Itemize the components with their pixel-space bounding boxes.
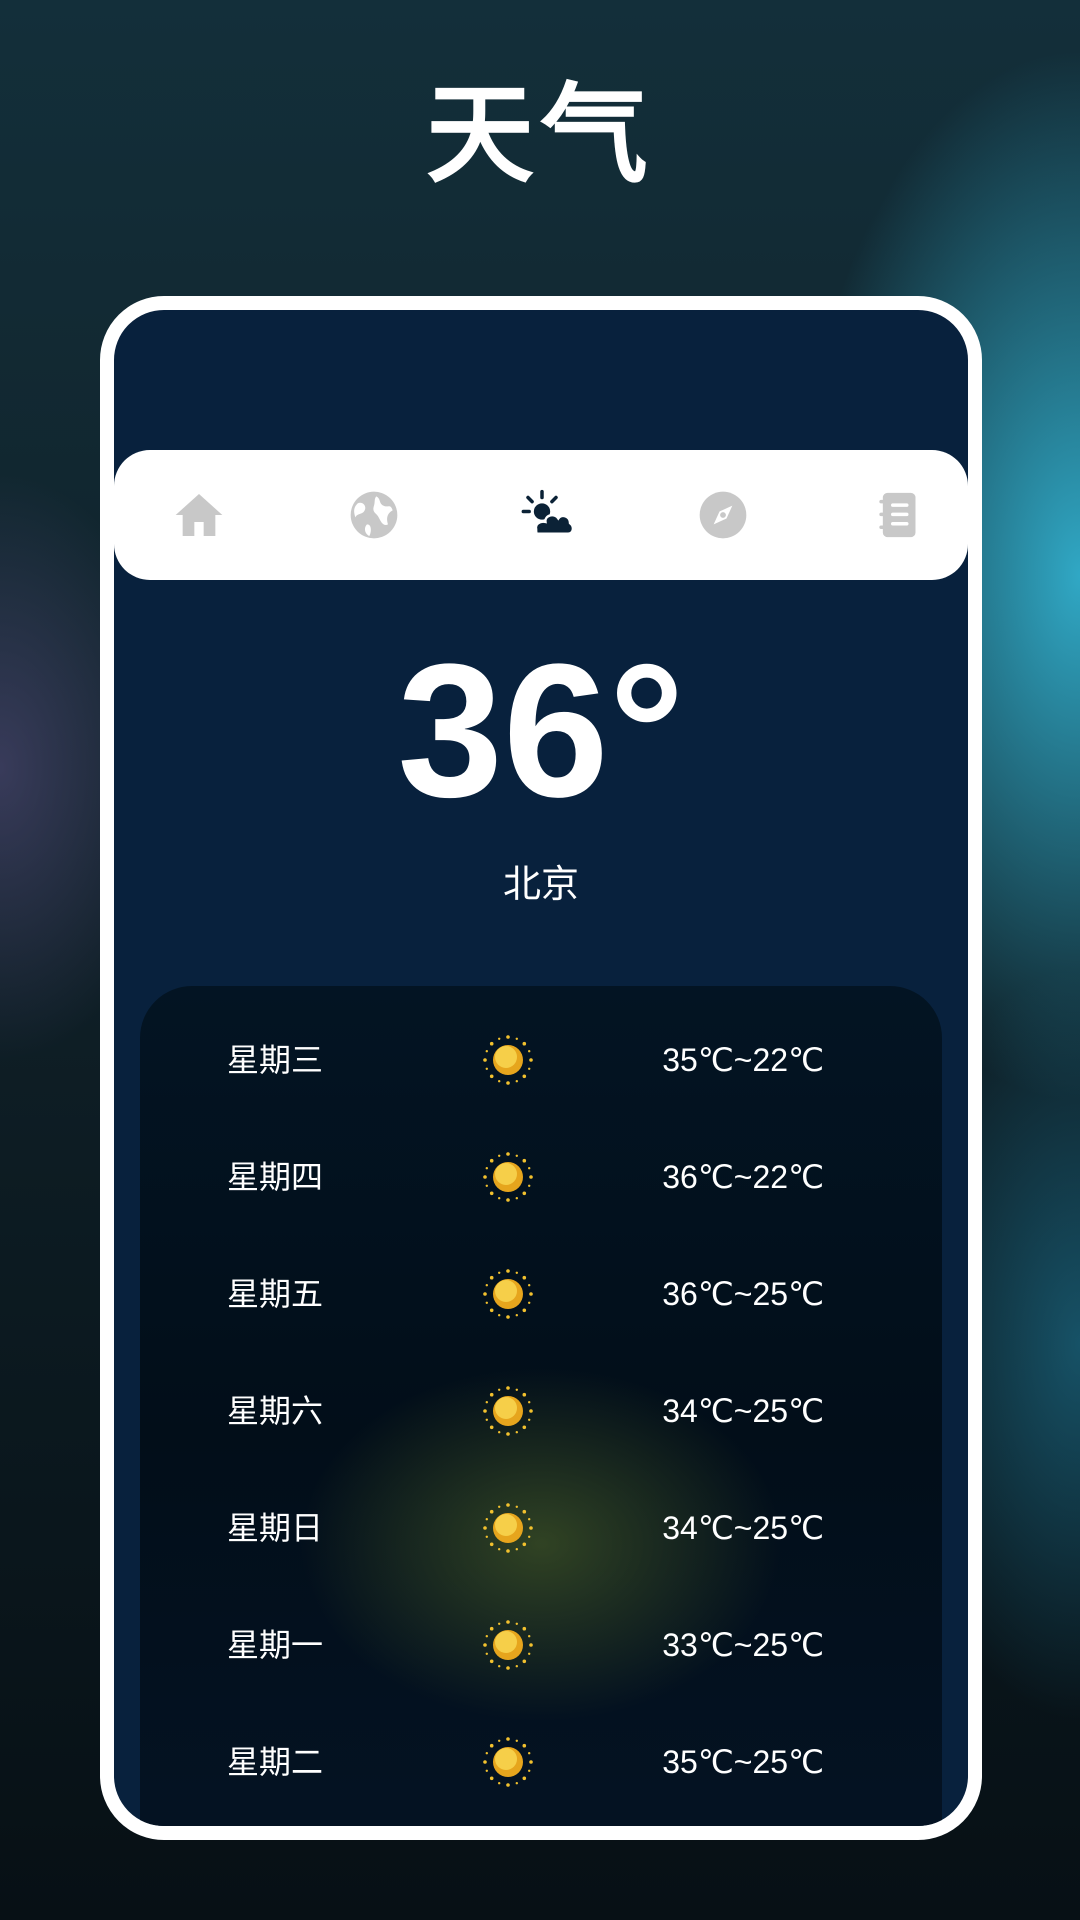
sun-icon (480, 1032, 536, 1088)
tab-notes[interactable] (868, 485, 928, 545)
forecast-day: 星期五 (227, 1275, 324, 1313)
tab-weather[interactable] (519, 485, 579, 545)
notebook-icon (879, 492, 916, 538)
globe-icon (350, 491, 398, 539)
sun-icon (480, 1734, 536, 1790)
sun-icon (480, 1149, 536, 1205)
forecast-day: 星期四 (227, 1158, 324, 1196)
forecast-temp-range: 36℃~22℃ (662, 1159, 824, 1195)
forecast-row: 星期五 36℃~25℃ (140, 1254, 942, 1334)
forecast-day: 星期日 (227, 1509, 324, 1547)
current-temperature: 36° (397, 625, 685, 837)
tab-home[interactable] (169, 485, 229, 545)
phone-frame: 36° 北京 星期三 35℃~22℃ 星期四 36℃~22℃ 星期五 36℃~2… (100, 296, 982, 1840)
tab-compass[interactable] (693, 485, 753, 545)
forecast-temp-range: 34℃~25℃ (662, 1510, 824, 1546)
forecast-row: 星期一 33℃~25℃ (140, 1605, 942, 1685)
compass-icon (699, 491, 747, 539)
partly-sunny-icon (521, 489, 574, 535)
tab-globe[interactable] (344, 485, 404, 545)
home-icon (175, 494, 223, 536)
sun-icon (480, 1383, 536, 1439)
forecast-temp-range: 35℃~22℃ (662, 1042, 824, 1078)
city-name: 北京 (502, 862, 579, 906)
forecast-temp-range: 34℃~25℃ (662, 1393, 824, 1429)
forecast-day: 星期二 (227, 1743, 324, 1781)
forecast-card: 星期三 35℃~22℃ 星期四 36℃~22℃ 星期五 36℃~25℃ 星期六 … (140, 986, 942, 1826)
forecast-row: 星期三 35℃~22℃ (140, 1020, 942, 1100)
sun-icon (480, 1266, 536, 1322)
sun-icon (480, 1500, 536, 1556)
forecast-row: 星期六 34℃~25℃ (140, 1371, 942, 1451)
forecast-temp-range: 33℃~25℃ (662, 1627, 824, 1663)
forecast-row: 星期四 36℃~22℃ (140, 1137, 942, 1217)
sun-icon (480, 1617, 536, 1673)
forecast-day: 星期六 (227, 1392, 324, 1430)
forecast-row: 星期二 35℃~25℃ (140, 1722, 942, 1802)
tab-bar (114, 450, 968, 580)
forecast-day: 星期一 (227, 1626, 324, 1664)
forecast-temp-range: 36℃~25℃ (662, 1276, 824, 1312)
page-title: 天气 (425, 73, 654, 198)
forecast-day: 星期三 (227, 1041, 324, 1079)
forecast-row: 星期日 34℃~25℃ (140, 1488, 942, 1568)
forecast-temp-range: 35℃~25℃ (662, 1744, 824, 1780)
